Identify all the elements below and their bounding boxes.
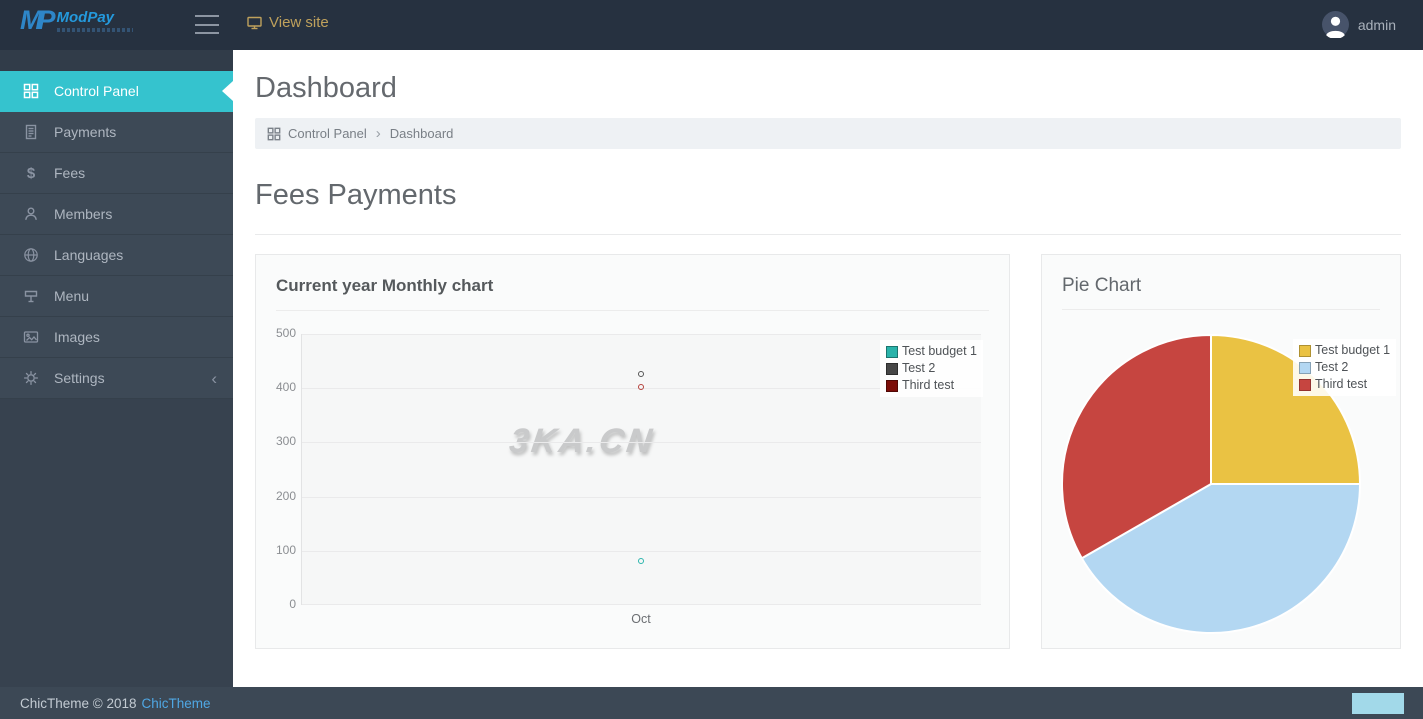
charts-row: Current year Monthly chart 3KA.CN 010020… xyxy=(255,254,1401,649)
legend-swatch xyxy=(886,363,898,375)
brand-name: ModPay xyxy=(57,10,133,25)
pie-chart-card: Pie Chart Test budget 1Test 2Third test xyxy=(1041,254,1401,649)
gridline xyxy=(302,442,981,443)
grid-icon xyxy=(267,127,281,141)
monthly-chart-legend: Test budget 1Test 2Third test xyxy=(880,340,983,397)
grid-icon xyxy=(22,83,40,99)
footer-text: ChicTheme © 2018 ChicTheme xyxy=(20,696,211,711)
sidebar-item-label: Members xyxy=(54,206,112,222)
monthly-chart: 3KA.CN 0100200300400500 Oct Test budget … xyxy=(276,334,989,634)
sidebar-item-label: Settings xyxy=(54,370,105,386)
pie-chart-title: Pie Chart xyxy=(1062,275,1380,309)
sidebar-item-menu[interactable]: Menu xyxy=(0,276,233,317)
legend-label: Third test xyxy=(902,377,954,394)
legend-item: Test budget 1 xyxy=(1299,342,1390,359)
data-point xyxy=(638,558,644,564)
sidebar-item-images[interactable]: Images xyxy=(0,317,233,358)
legend-item: Third test xyxy=(1299,376,1390,393)
sidebar-item-label: Payments xyxy=(54,124,116,140)
y-tick-label: 500 xyxy=(262,326,296,340)
y-tick-label: 400 xyxy=(262,380,296,394)
card-divider xyxy=(1062,309,1380,310)
view-site-link[interactable]: View site xyxy=(246,14,329,31)
legend-swatch xyxy=(1299,345,1311,357)
avatar xyxy=(1322,11,1349,38)
legend-swatch xyxy=(886,380,898,392)
sidebar-nav: Control Panel Payments $ Fees Members xyxy=(0,71,233,399)
legend-label: Test 2 xyxy=(902,360,935,377)
sidebar-item-languages[interactable]: Languages xyxy=(0,235,233,276)
legend-label: Test budget 1 xyxy=(902,343,977,360)
y-tick-label: 100 xyxy=(262,543,296,557)
scroll-top-button[interactable] xyxy=(1352,693,1404,714)
sidebar-item-label: Images xyxy=(54,329,100,345)
user-name: admin xyxy=(1358,17,1396,33)
main-content: Dashboard Control Panel › Dashboard Fees… xyxy=(233,50,1423,687)
sidebar-item-label: Languages xyxy=(54,247,123,263)
x-axis-label: Oct xyxy=(621,612,661,626)
menu-toggle-button[interactable] xyxy=(195,15,219,34)
breadcrumb-control-panel-link[interactable]: Control Panel xyxy=(288,126,367,141)
receipt-icon xyxy=(22,124,40,140)
legend-item: Third test xyxy=(886,377,977,394)
gear-icon xyxy=(22,370,40,386)
sidebar-spacer xyxy=(0,50,233,71)
sidebar-item-label: Fees xyxy=(54,165,85,181)
footer: ChicTheme © 2018 ChicTheme xyxy=(0,687,1423,719)
breadcrumb-separator: › xyxy=(376,125,381,142)
sidebar-item-label: Menu xyxy=(54,288,89,304)
legend-item: Test 2 xyxy=(1299,359,1390,376)
sidebar-item-payments[interactable]: Payments xyxy=(0,112,233,153)
sidebar: Control Panel Payments $ Fees Members xyxy=(0,50,233,687)
monthly-chart-card: Current year Monthly chart 3KA.CN 010020… xyxy=(255,254,1010,649)
breadcrumb: Control Panel › Dashboard xyxy=(255,118,1401,149)
user-menu[interactable]: admin xyxy=(1322,11,1396,38)
sidebar-item-fees[interactable]: $ Fees xyxy=(0,153,233,194)
breadcrumb-current: Dashboard xyxy=(390,126,454,141)
legend-label: Test budget 1 xyxy=(1315,342,1390,359)
signpost-icon xyxy=(22,288,40,304)
sidebar-item-members[interactable]: Members xyxy=(0,194,233,235)
brand-logo[interactable]: MP ModPay xyxy=(20,7,133,34)
dollar-icon: $ xyxy=(22,165,40,181)
card-divider xyxy=(276,310,989,311)
y-tick-label: 300 xyxy=(262,434,296,448)
legend-label: Third test xyxy=(1315,376,1367,393)
globe-icon xyxy=(22,247,40,263)
legend-swatch xyxy=(1299,379,1311,391)
gridline xyxy=(302,334,981,335)
legend-item: Test budget 1 xyxy=(886,343,977,360)
topbar: MP ModPay View site admin xyxy=(0,0,1423,50)
chevron-left-icon: ‹ xyxy=(211,370,217,387)
legend-item: Test 2 xyxy=(886,360,977,377)
section-divider xyxy=(255,234,1401,235)
sidebar-item-control-panel[interactable]: Control Panel xyxy=(0,71,233,112)
modpay-logo-icon: MP xyxy=(20,7,51,34)
footer-copyright: ChicTheme © 2018 xyxy=(20,696,137,711)
sidebar-item-settings[interactable]: Settings ‹ xyxy=(0,358,233,399)
monthly-chart-title: Current year Monthly chart xyxy=(276,275,989,310)
members-icon xyxy=(22,206,40,222)
footer-theme-link[interactable]: ChicTheme xyxy=(142,696,211,711)
data-point xyxy=(638,384,644,390)
brand-tagline xyxy=(57,28,133,32)
data-point xyxy=(638,371,644,377)
gridline xyxy=(302,604,981,605)
gridline xyxy=(302,497,981,498)
section-title: Fees Payments xyxy=(255,179,1401,212)
pie-chart-legend: Test budget 1Test 2Third test xyxy=(1293,339,1396,396)
legend-swatch xyxy=(886,346,898,358)
gridline xyxy=(302,551,981,552)
legend-label: Test 2 xyxy=(1315,359,1348,376)
view-site-label: View site xyxy=(269,14,329,31)
legend-swatch xyxy=(1299,362,1311,374)
page-title: Dashboard xyxy=(255,72,1401,105)
y-tick-label: 0 xyxy=(262,597,296,611)
sidebar-item-label: Control Panel xyxy=(54,83,139,99)
image-icon xyxy=(22,329,40,345)
monitor-icon xyxy=(246,15,263,31)
y-tick-label: 200 xyxy=(262,489,296,503)
